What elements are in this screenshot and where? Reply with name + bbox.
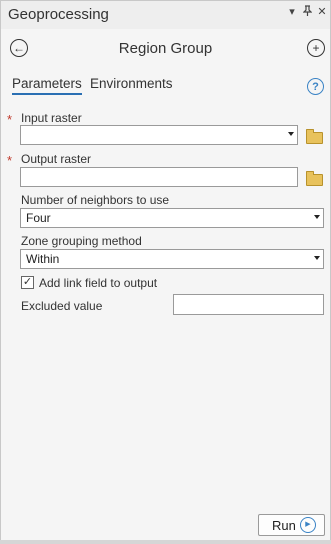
tool-header: ← Region Group +	[1, 29, 330, 71]
neighbors-value: Four	[26, 211, 51, 225]
options-dropdown-icon[interactable]: ▾	[285, 5, 299, 18]
close-icon[interactable]: ✕	[315, 5, 329, 18]
browse-folder-icon[interactable]	[306, 171, 323, 186]
neighbors-label: Number of neighbors to use	[21, 193, 170, 207]
help-icon[interactable]: ?	[307, 78, 324, 95]
pane-title: Geoprocessing	[8, 6, 109, 23]
plus-icon: +	[312, 41, 320, 55]
geoprocessing-pane: Geoprocessing ▾ ✕ ← Region Group + Param…	[0, 0, 331, 544]
tool-title: Region Group	[118, 40, 213, 57]
run-button[interactable]: Run ▶	[258, 514, 325, 536]
bottom-divider	[0, 540, 331, 544]
excluded-value-field[interactable]	[173, 294, 324, 315]
add-link-checkbox[interactable]: ✓	[21, 276, 34, 289]
add-link-label: Add link field to output	[39, 276, 158, 290]
tab-environments[interactable]: Environments	[90, 76, 173, 91]
pin-icon[interactable]	[300, 5, 314, 19]
zone-method-value: Within	[26, 252, 60, 266]
chevron-down-icon[interactable]	[314, 215, 320, 219]
chevron-down-icon[interactable]	[288, 132, 294, 136]
titlebar: Geoprocessing ▾ ✕	[1, 1, 330, 29]
neighbors-select[interactable]: Four	[20, 208, 324, 228]
input-raster-combobox[interactable]	[20, 125, 298, 145]
zone-method-select[interactable]: Within	[20, 249, 324, 269]
browse-folder-icon[interactable]	[306, 129, 323, 144]
input-raster-label: Input raster	[21, 111, 82, 125]
play-icon: ▶	[300, 517, 316, 533]
required-marker: *	[7, 112, 13, 127]
output-raster-field[interactable]	[20, 167, 298, 187]
run-label: Run	[272, 518, 296, 533]
excluded-value-label: Excluded value	[21, 299, 103, 313]
output-raster-label: Output raster	[21, 152, 92, 166]
tab-parameters[interactable]: Parameters	[12, 76, 82, 95]
tab-bar: Parameters Environments ?	[1, 76, 330, 98]
required-marker: *	[7, 153, 13, 168]
chevron-down-icon[interactable]	[314, 256, 320, 260]
add-button[interactable]: +	[307, 39, 325, 57]
zone-method-label: Zone grouping method	[21, 234, 142, 248]
